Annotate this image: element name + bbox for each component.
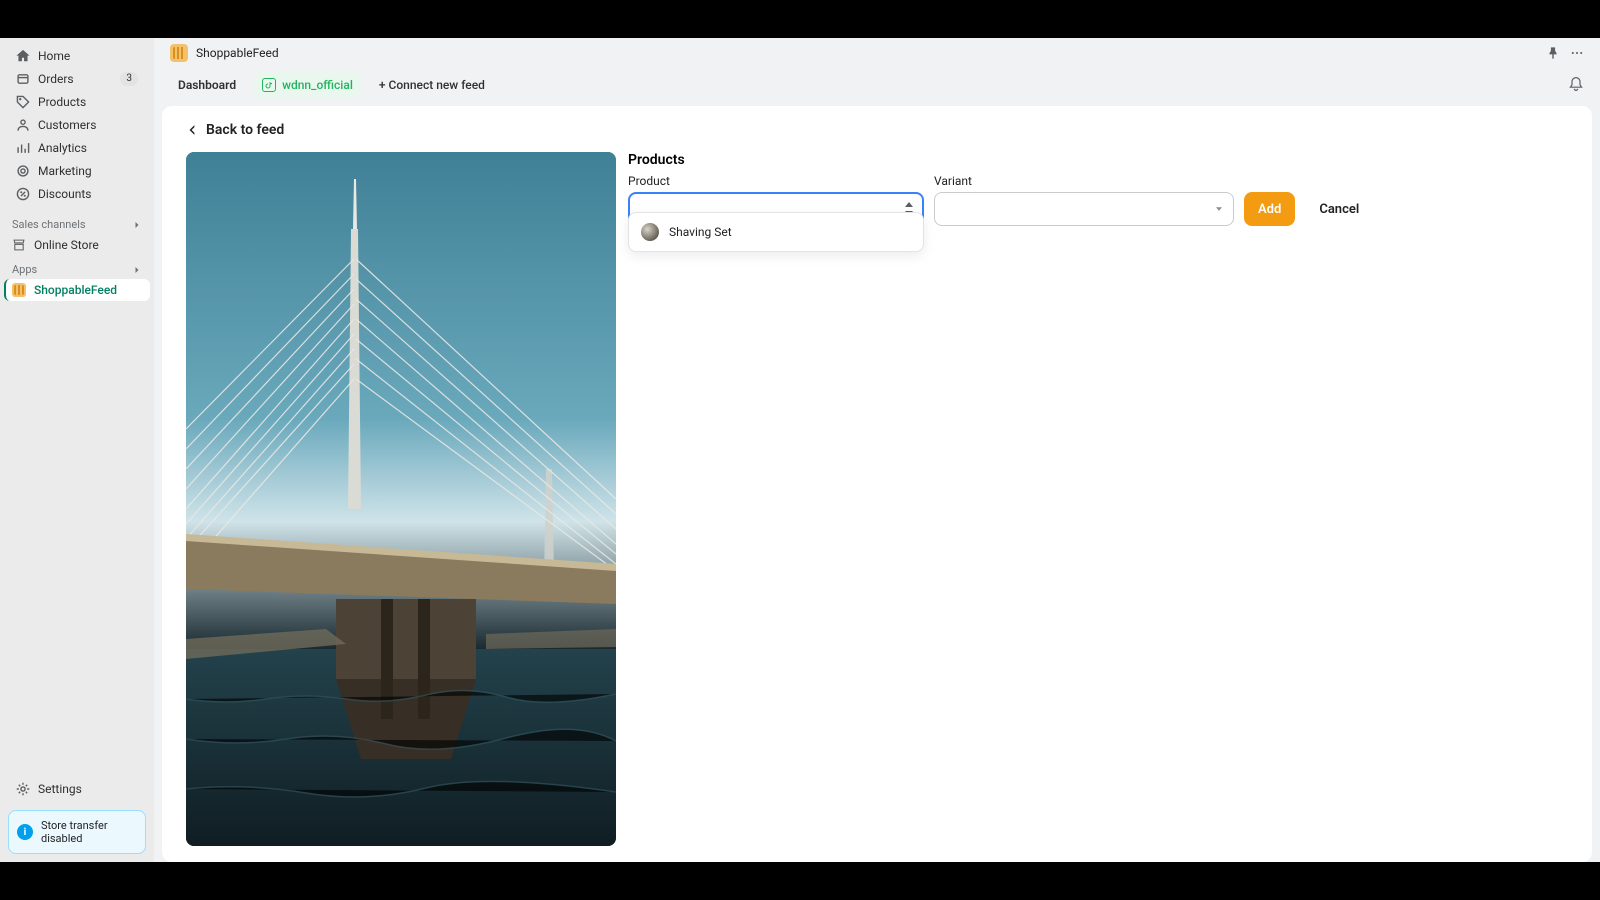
nav-label: Marketing (38, 164, 92, 178)
tab-dashboard[interactable]: Dashboard (170, 72, 244, 98)
form-column: Products Product Shaving Set (628, 152, 1568, 846)
banner-text: Store transfer disabled (41, 819, 137, 845)
product-dropdown: Shaving Set (628, 212, 924, 252)
content-card: Back to feed (162, 106, 1592, 862)
bell-icon[interactable] (1568, 76, 1584, 92)
nav-label: Settings (38, 782, 82, 796)
marketing-icon (16, 164, 30, 178)
orders-icon (16, 72, 30, 86)
nav-label: Home (38, 49, 70, 63)
nav-label: Analytics (38, 141, 87, 155)
store-icon (12, 238, 26, 252)
chevron-right-icon (132, 265, 142, 275)
tab-connect-new[interactable]: + Connect new feed (371, 72, 493, 98)
nav-label: Customers (38, 118, 96, 132)
main: ShoppableFeed Dashboard wdnn_official + … (154, 38, 1600, 862)
chevron-down-icon (1213, 203, 1225, 215)
nav-label: Orders (38, 72, 74, 86)
nav-settings[interactable]: Settings (8, 778, 146, 800)
nav-products[interactable]: Products (8, 91, 146, 113)
app-icon (12, 283, 26, 297)
nav-label: Products (38, 95, 86, 109)
arrow-left-icon (186, 123, 200, 137)
tiktok-icon (262, 78, 276, 92)
nav-online-store[interactable]: Online Store (4, 234, 150, 256)
section-apps[interactable]: Apps (0, 257, 154, 278)
back-to-feed[interactable]: Back to feed (186, 122, 1568, 138)
sidebar: Home Orders 3 Products Customers Analyti… (0, 38, 154, 862)
add-button[interactable]: Add (1244, 192, 1295, 226)
variant-select[interactable] (934, 192, 1234, 226)
pin-icon[interactable] (1546, 46, 1560, 60)
app-title: ShoppableFeed (196, 46, 279, 60)
nav-discounts[interactable]: Discounts (8, 183, 146, 205)
nav-marketing[interactable]: Marketing (8, 160, 146, 182)
product-option-label: Shaving Set (669, 225, 732, 239)
variant-label: Variant (934, 174, 1234, 188)
nav-label: Discounts (38, 187, 91, 201)
nav-label: ShoppableFeed (34, 283, 117, 297)
nav-orders[interactable]: Orders 3 (8, 68, 146, 90)
section-sales-channels[interactable]: Sales channels (0, 212, 154, 233)
product-option[interactable]: Shaving Set (629, 217, 923, 247)
home-icon (16, 49, 30, 63)
nav-label: Online Store (34, 238, 99, 252)
tab-feed[interactable]: wdnn_official (254, 72, 361, 98)
store-transfer-banner: i Store transfer disabled (8, 810, 146, 854)
tabbar: Dashboard wdnn_official + Connect new fe… (154, 68, 1600, 106)
back-label: Back to feed (206, 122, 284, 138)
products-icon (16, 95, 30, 109)
customers-icon (16, 118, 30, 132)
nav-customers[interactable]: Customers (8, 114, 146, 136)
app-header: ShoppableFeed (154, 38, 1600, 68)
chevron-right-icon (132, 220, 142, 230)
more-icon[interactable] (1570, 46, 1584, 60)
app-icon (170, 44, 188, 62)
orders-badge: 3 (120, 72, 138, 86)
discounts-icon (16, 187, 30, 201)
products-heading: Products (628, 152, 1568, 168)
nav-shoppablefeed[interactable]: ShoppableFeed (4, 279, 150, 301)
analytics-icon (16, 141, 30, 155)
cancel-button[interactable]: Cancel (1305, 192, 1373, 226)
product-thumb (641, 223, 659, 241)
video-preview (186, 152, 616, 846)
info-icon: i (17, 824, 33, 840)
gear-icon (16, 782, 30, 796)
product-label: Product (628, 174, 924, 188)
tab-feed-label: wdnn_official (282, 78, 353, 92)
nav-analytics[interactable]: Analytics (8, 137, 146, 159)
nav-home[interactable]: Home (8, 45, 146, 67)
